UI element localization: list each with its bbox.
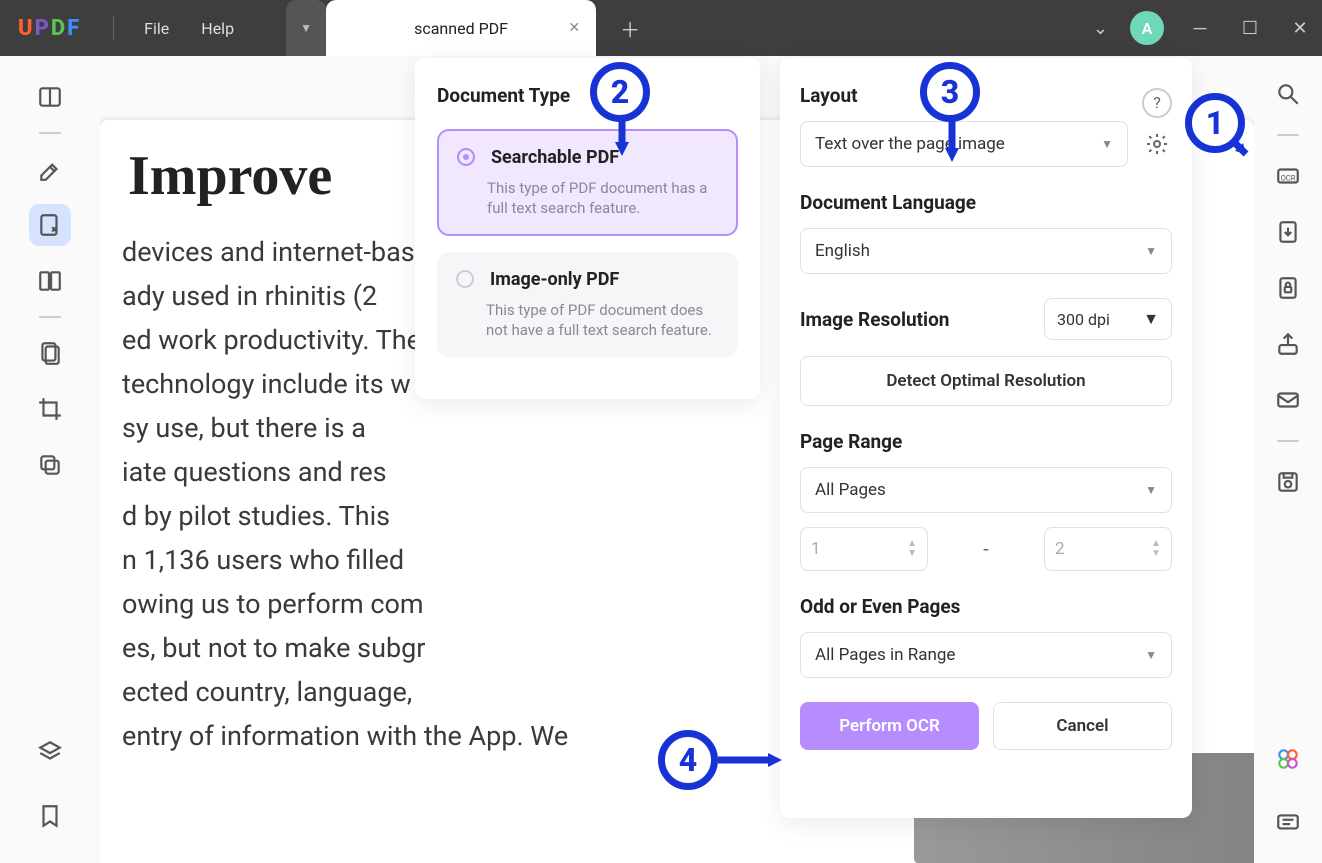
menu-file[interactable]: File	[128, 19, 185, 38]
pagerange-select[interactable]: All Pages ▼	[800, 467, 1172, 513]
title-bar: UPDF File Help ▼ scanned PDF ✕ ＋ ⌄ A ─ ☐…	[0, 0, 1322, 56]
spin-arrows-icon[interactable]: ▲▼	[1151, 539, 1161, 559]
tab-active[interactable]: scanned PDF ✕	[326, 0, 596, 56]
window-close-button[interactable]: ✕	[1286, 18, 1314, 39]
ai-flower-icon[interactable]	[1268, 739, 1308, 779]
annotation-arrow-2	[612, 120, 632, 164]
svg-text:OCR: OCR	[1281, 173, 1296, 182]
page-organize-icon[interactable]	[29, 332, 71, 374]
option-title: Searchable PDF	[491, 147, 619, 168]
resolution-label: Image Resolution	[800, 308, 949, 331]
crop-icon[interactable]	[29, 388, 71, 430]
save-icon[interactable]	[1268, 462, 1308, 502]
panel-heading: Document Type	[437, 84, 738, 107]
radio-icon	[457, 148, 475, 166]
language-select[interactable]: English ▼	[800, 228, 1172, 274]
reader-mode-icon[interactable]	[29, 76, 71, 118]
new-tab-button[interactable]: ＋	[610, 14, 650, 43]
annotation-arrow-1	[1232, 140, 1262, 174]
select-value: English	[815, 241, 870, 261]
layout-label: Layout	[800, 84, 858, 107]
window-maximize-button[interactable]: ☐	[1236, 18, 1264, 39]
cancel-button[interactable]: Cancel	[993, 702, 1172, 750]
annotation-step-4: 4	[658, 730, 718, 790]
protect-icon[interactable]	[1268, 268, 1308, 308]
search-icon[interactable]	[1268, 74, 1308, 114]
chevron-down-icon: ▼	[1145, 483, 1157, 497]
highlighter-icon[interactable]	[29, 148, 71, 190]
option-title: Image-only PDF	[490, 269, 619, 290]
layers-icon[interactable]	[29, 731, 71, 773]
pagerange-label: Page Range	[800, 430, 1172, 453]
option-image-only-pdf[interactable]: Image-only PDF This type of PDF document…	[437, 252, 738, 357]
annotation-step-3: 3	[920, 62, 980, 122]
chevron-down-icon: ▼	[1101, 137, 1113, 151]
option-description: This type of PDF document does not have …	[456, 300, 719, 340]
select-value: All Pages	[815, 480, 886, 500]
email-icon[interactable]	[1268, 380, 1308, 420]
resolution-select[interactable]: 300 dpi ▼	[1044, 298, 1172, 340]
rail-separator	[39, 316, 61, 318]
tab-title: scanned PDF	[414, 19, 508, 38]
comment-icon[interactable]	[1268, 803, 1308, 843]
oddeven-label: Odd or Even Pages	[800, 595, 1172, 618]
ocr-settings-panel: Layout ? Text over the page image ▼ Docu…	[780, 58, 1192, 818]
ocr-icon[interactable]: OCR	[1268, 156, 1308, 196]
gear-icon[interactable]	[1142, 129, 1172, 159]
right-toolbar: OCR	[1254, 56, 1322, 863]
select-value: All Pages in Range	[815, 645, 955, 665]
doc-heading: Improve	[128, 144, 332, 208]
tab-dropdown[interactable]: ▼	[286, 0, 326, 56]
tab-close-icon[interactable]: ✕	[568, 20, 580, 36]
divider	[113, 16, 114, 40]
radio-icon	[456, 270, 474, 288]
compare-icon[interactable]	[29, 260, 71, 302]
menu-help[interactable]: Help	[185, 19, 250, 38]
chevron-down-icon: ▼	[1145, 648, 1157, 662]
document-type-panel: Document Type Searchable PDF This type o…	[415, 58, 760, 399]
convert-icon[interactable]	[1268, 212, 1308, 252]
share-icon[interactable]	[1268, 324, 1308, 364]
annotation-arrow-4	[718, 750, 788, 774]
avatar[interactable]: A	[1130, 11, 1164, 45]
language-label: Document Language	[800, 191, 1172, 214]
perform-ocr-button[interactable]: Perform OCR	[800, 702, 979, 750]
help-icon[interactable]: ?	[1142, 88, 1172, 118]
app-logo: UPDF	[18, 16, 81, 41]
rail-separator	[1277, 134, 1299, 136]
range-dash: -	[944, 537, 1028, 561]
range-to-value: 2	[1055, 539, 1065, 559]
option-searchable-pdf[interactable]: Searchable PDF This type of PDF document…	[437, 129, 738, 236]
annotation-step-2: 2	[590, 62, 650, 122]
rail-separator	[39, 132, 61, 134]
layout-select[interactable]: Text over the page image ▼	[800, 121, 1128, 167]
chevron-down-icon: ▼	[1145, 244, 1157, 258]
chevron-down-icon[interactable]: ⌄	[1093, 18, 1108, 39]
range-from-value: 1	[811, 539, 821, 559]
window-minimize-button[interactable]: ─	[1186, 18, 1214, 39]
detect-resolution-button[interactable]: Detect Optimal Resolution	[800, 356, 1172, 406]
left-toolbar	[0, 56, 100, 863]
annotation-step-1: 1	[1185, 93, 1245, 153]
spin-arrows-icon[interactable]: ▲▼	[907, 539, 917, 559]
rail-separator	[1277, 440, 1299, 442]
select-value: 300 dpi	[1057, 310, 1110, 329]
edit-pdf-icon[interactable]	[29, 204, 71, 246]
bookmark-icon[interactable]	[29, 795, 71, 837]
duplicate-icon[interactable]	[29, 444, 71, 486]
option-description: This type of PDF document has a full tex…	[457, 178, 718, 218]
annotation-arrow-3	[942, 120, 962, 170]
chevron-down-icon: ▼	[1143, 309, 1159, 329]
range-from-input[interactable]: 1 ▲▼	[800, 527, 928, 571]
oddeven-select[interactable]: All Pages in Range ▼	[800, 632, 1172, 678]
range-to-input[interactable]: 2 ▲▼	[1044, 527, 1172, 571]
select-value: Text over the page image	[815, 134, 1005, 154]
